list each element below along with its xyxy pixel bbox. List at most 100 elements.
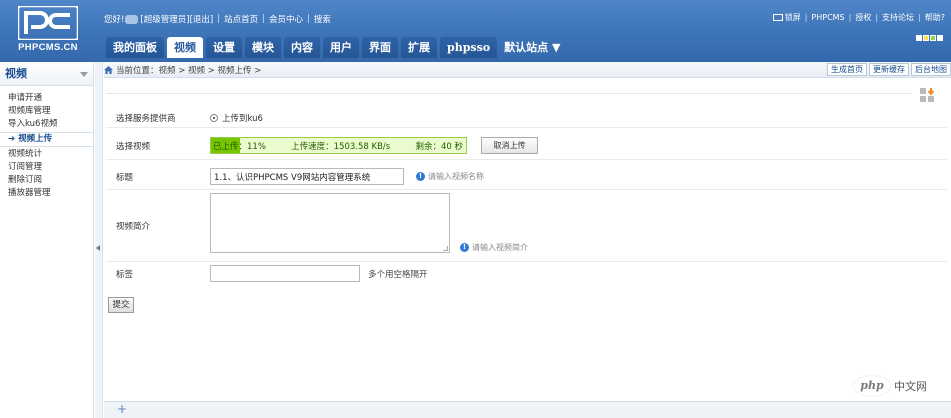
arrow-left-icon [96, 245, 100, 251]
sidebar-item-apply[interactable]: 申请开通 [0, 92, 93, 105]
sidebar-item-import-ku6[interactable]: 导入ku6视频 [0, 118, 93, 131]
skin-switcher [916, 35, 943, 41]
footer-bar: + [104, 401, 951, 418]
site-home-link[interactable]: 站点首页 [224, 13, 258, 25]
uploaded-percent: 已上传：11% [213, 142, 266, 152]
description-textarea[interactable] [210, 193, 450, 253]
breadcrumb-text: 当前位置：视频 > 视频 > 视频上传 > [116, 66, 262, 76]
phpcms-link[interactable]: PHPCMS [811, 13, 844, 22]
logo[interactable]: PHPCMS.CN [10, 2, 86, 57]
tab-interface[interactable]: 界面 [362, 37, 398, 58]
skin-swatch-icon[interactable] [923, 35, 929, 41]
sidebar-item-video-upload[interactable]: ➔ 视频上传 [0, 132, 93, 147]
header: PHPCMS.CN 您好! [超级管理员] [退出] | 站点首页 | 会员中心… [0, 0, 951, 62]
file-label: 选择视频 [116, 142, 151, 152]
cancel-upload-button[interactable]: 取消上传 [481, 137, 538, 154]
license-link[interactable]: 授权 [855, 12, 871, 23]
form-row-file: 选择视频 已上传：11% 上传速度：1503.58 KB/s 剩余：40 秒 取… [106, 128, 947, 160]
form-row-tags: 标签 多个用空格隔开 [106, 262, 947, 285]
tab-phpsso[interactable]: phpsso [440, 37, 498, 58]
title-hint-text: 请输入视频名称 [428, 172, 484, 181]
sidebar-title-text: 视频 [5, 67, 27, 80]
info-icon: ! [416, 172, 425, 181]
role-link[interactable]: [超级管理员] [140, 13, 189, 25]
watermark: php 中文网 [854, 376, 927, 396]
resize-handle-icon[interactable] [443, 246, 448, 251]
tab-settings[interactable]: 设置 [206, 37, 242, 58]
separator: | [262, 14, 265, 24]
search-link[interactable]: 搜索 [314, 13, 331, 25]
site-select-label: 默认站点 [504, 41, 549, 54]
tab-modules[interactable]: 模块 [245, 37, 281, 58]
plus-icon[interactable]: + [117, 402, 127, 417]
provider-radio[interactable]: 上传到ku6 [210, 112, 263, 124]
logout-link[interactable]: [退出] [190, 13, 214, 25]
tab-users[interactable]: 用户 [323, 37, 359, 58]
upload-progress-text: 已上传：11% 上传速度：1503.58 KB/s 剩余：40 秒 [213, 140, 463, 152]
time-remaining: 剩余：40 秒 [415, 142, 463, 152]
provider-label: 选择服务提供商 [116, 114, 176, 124]
breadcrumb-bar: 当前位置：视频 > 视频 > 视频上传 > 生成首页 更新缓存 后台地图 [104, 62, 951, 78]
tab-my-panel[interactable]: 我的面板 [106, 37, 164, 58]
skin-swatch-icon[interactable] [916, 35, 922, 41]
separator: | [804, 13, 808, 22]
grid-view-icon[interactable] [919, 87, 936, 103]
sidebar-item-subscriptions[interactable]: 订阅管理 [0, 161, 93, 174]
radio-checked-icon [210, 114, 218, 122]
greeting: 您好! [104, 15, 125, 25]
sidebar-menu: 申请开通 视频库管理 导入ku6视频 ➔ 视频上传 视频统计 订阅管理 删除订阅… [0, 86, 93, 200]
tab-content[interactable]: 内容 [284, 37, 320, 58]
forum-link[interactable]: 支持论坛 [882, 12, 914, 23]
chevron-down-icon: ▼ [551, 41, 561, 54]
main-content: 选择服务提供商 上传到ku6 选择视频 已上传：11% 上传速度：1503.58… [104, 79, 951, 401]
upload-progress-bar: 已上传：11% 上传速度：1503.58 KB/s 剩余：40 秒 [210, 137, 467, 154]
sidebar-item-video-library[interactable]: 视频库管理 [0, 105, 93, 118]
tags-hint: 多个用空格隔开 [368, 270, 428, 280]
generate-homepage-button[interactable]: 生成首页 [827, 63, 867, 76]
site-select[interactable]: 默认站点 ▼ [500, 37, 564, 58]
watermark-text: 中文网 [894, 380, 927, 393]
main-nav: 我的面板 视频 设置 模块 内容 用户 界面 扩展 phpsso 默认站点 ▼ [106, 37, 564, 59]
tab-video[interactable]: 视频 [167, 37, 203, 58]
sidebar: 视频 申请开通 视频库管理 导入ku6视频 ➔ 视频上传 视频统计 订阅管理 删… [0, 62, 94, 418]
home-icon [104, 66, 113, 74]
skin-swatch-icon[interactable] [930, 35, 936, 41]
pc-logo-icon [18, 6, 78, 40]
sidebar-item-player-manage[interactable]: 播放器管理 [0, 187, 93, 200]
upload-speed: 上传速度：1503.58 KB/s [291, 142, 391, 152]
sidebar-item-delete-subscription[interactable]: 删除订阅 [0, 174, 93, 187]
description-label: 视频简介 [116, 222, 151, 232]
divider [106, 93, 912, 94]
sidebar-item-video-stats[interactable]: 视频统计 [0, 148, 93, 161]
separator: | [306, 14, 310, 24]
description-hint-text: 请输入视频简介 [472, 243, 528, 252]
chevron-down-icon[interactable] [80, 72, 88, 77]
submit-button[interactable]: 提交 [108, 297, 134, 313]
breadcrumb-actions: 生成首页 更新缓存 后台地图 [827, 63, 951, 76]
tags-input[interactable] [210, 265, 360, 282]
help-link[interactable]: 帮助? [925, 12, 945, 23]
separator: | [217, 14, 221, 24]
tags-label: 标签 [116, 270, 134, 280]
sidebar-toggle[interactable] [95, 62, 103, 418]
form-row-description: 视频简介 ! 请输入视频简介 [106, 190, 947, 262]
separator: | [875, 13, 879, 22]
top-right-links: 锁屏 | PHPCMS | 授权 | 支持论坛 | 帮助? [772, 12, 945, 23]
description-hint: ! 请输入视频简介 [460, 242, 528, 253]
info-icon: ! [460, 243, 469, 252]
title-input[interactable]: 1.1、认识PHPCMS V9网站内容管理系统 [210, 168, 404, 185]
title-label: 标题 [116, 173, 134, 183]
lock-screen-icon[interactable] [772, 14, 783, 21]
update-cache-button[interactable]: 更新缓存 [869, 63, 909, 76]
tab-extensions[interactable]: 扩展 [401, 37, 437, 58]
breadcrumb: 当前位置：视频 > 视频 > 视频上传 > [104, 64, 261, 76]
admin-map-button[interactable]: 后台地图 [911, 63, 951, 76]
skin-swatch-icon[interactable] [937, 35, 943, 41]
form-row-provider: 选择服务提供商 上传到ku6 [106, 105, 947, 128]
member-center-link[interactable]: 会员中心 [269, 13, 303, 25]
sidebar-item-label: 视频上传 [18, 134, 53, 144]
top-user-bar: 您好! [超级管理员] [退出] | 站点首页 | 会员中心 | 搜索 [104, 12, 331, 26]
separator: | [848, 13, 852, 22]
lock-screen-link[interactable]: 锁屏 [785, 12, 801, 23]
separator: | [918, 13, 921, 22]
